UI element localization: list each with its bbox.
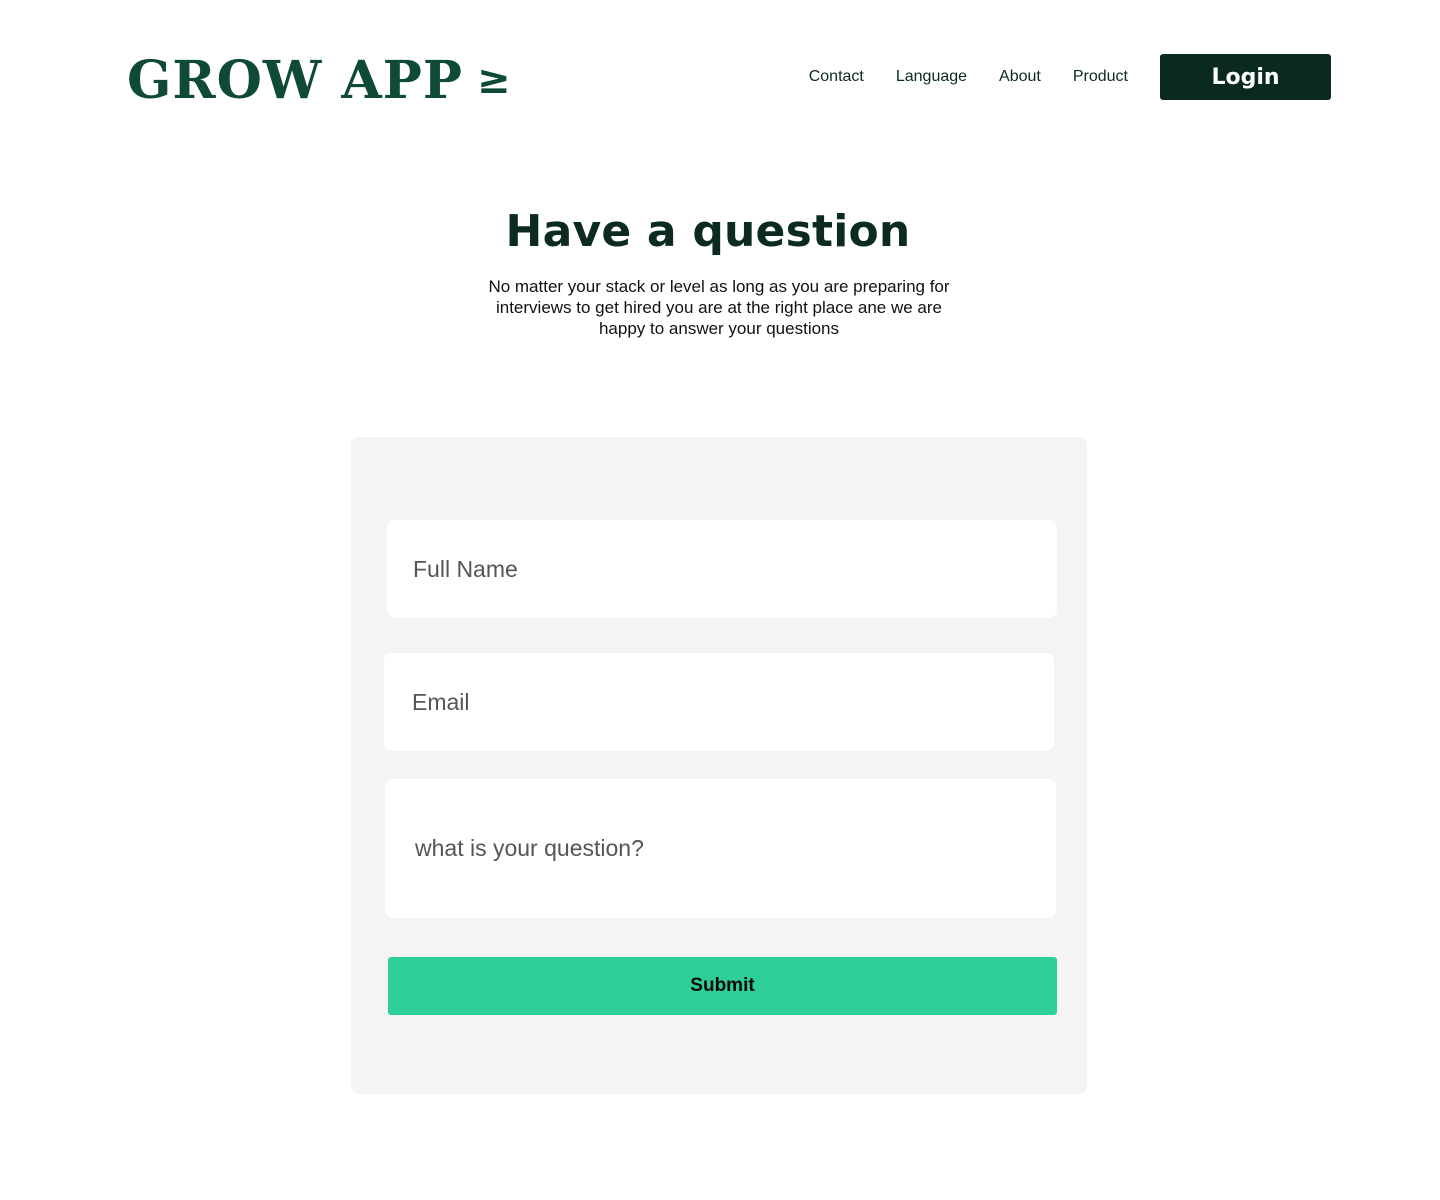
top-nav: Contact Language About Product Login <box>809 54 1331 100</box>
full-name-field[interactable]: Full Name <box>387 520 1057 618</box>
page-subtitle: No matter your stack or level as long as… <box>488 277 950 338</box>
logo[interactable]: GROW APP ≥ <box>127 49 512 111</box>
nav-link-product[interactable]: Product <box>1073 54 1128 100</box>
email-field[interactable]: Email <box>384 653 1054 751</box>
submit-button[interactable]: Submit <box>388 957 1057 1015</box>
question-field[interactable]: what is your question? <box>385 779 1056 918</box>
nav-link-about[interactable]: About <box>999 54 1041 100</box>
question-form: Full Name Email what is your question? S… <box>351 437 1087 1094</box>
page-title: Have a question <box>505 206 911 257</box>
logo-mark-icon: ≥ <box>476 57 512 103</box>
logo-text: GROW APP <box>127 49 463 111</box>
contact-page: GROW APP ≥ Contact Language About Produc… <box>0 0 1440 1200</box>
login-button[interactable]: Login <box>1160 54 1331 100</box>
nav-link-language[interactable]: Language <box>896 54 967 100</box>
nav-link-contact[interactable]: Contact <box>809 54 864 100</box>
